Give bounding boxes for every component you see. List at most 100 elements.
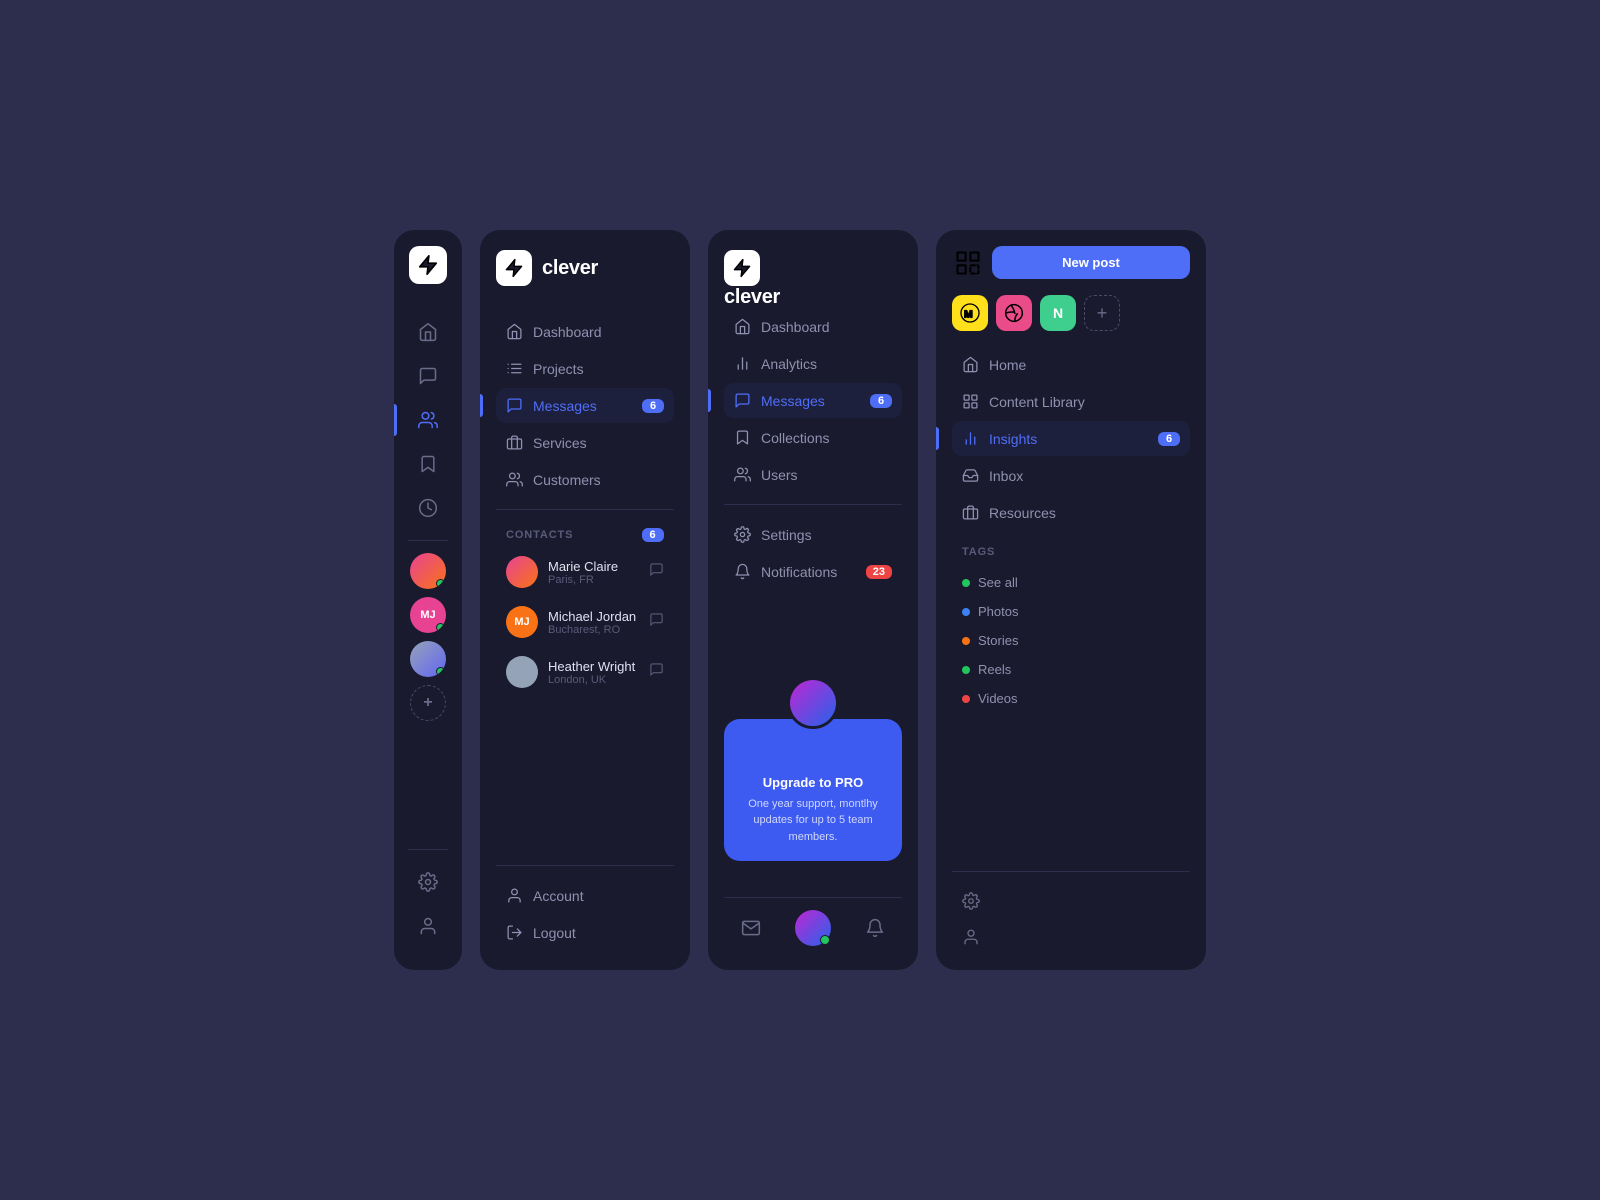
nav-account[interactable]: Account bbox=[496, 878, 674, 913]
tag-dot-reels bbox=[962, 666, 970, 674]
nav-dashboard-label: Dashboard bbox=[533, 324, 602, 340]
nav-customers-label: Customers bbox=[533, 472, 601, 488]
panel-upgrade-sidebar: clever Dashboard Analytics Messages 6 Co… bbox=[708, 230, 918, 970]
nav-customers[interactable]: Customers bbox=[496, 462, 674, 497]
panel2-logo-text: clever bbox=[542, 257, 598, 280]
avatar-2[interactable]: MJ bbox=[410, 597, 446, 633]
bottom-icons bbox=[418, 862, 438, 954]
panel3-logo-text: clever bbox=[724, 286, 780, 308]
nav3-settings[interactable]: Settings bbox=[724, 517, 902, 552]
nav-bookmarks[interactable] bbox=[394, 444, 462, 484]
online-indicator bbox=[436, 579, 445, 588]
tag-dot-photos bbox=[962, 608, 970, 616]
account-dribbble[interactable] bbox=[996, 295, 1032, 331]
panel2-nav-list: Dashboard Projects Messages 6 Services C… bbox=[496, 314, 674, 855]
nav4-resources-label: Resources bbox=[989, 505, 1056, 521]
panel3-divider bbox=[724, 504, 902, 505]
nav3-notifications[interactable]: Notifications 23 bbox=[724, 554, 902, 589]
nav-dashboard[interactable]: Dashboard bbox=[496, 314, 674, 349]
logo-box-3 bbox=[724, 250, 760, 286]
contact-info-1: Marie Claire Paris, FR bbox=[548, 559, 639, 586]
nav4-insights[interactable]: Insights 6 bbox=[952, 421, 1190, 456]
svg-text:M: M bbox=[964, 309, 973, 321]
logo-row: clever bbox=[496, 250, 674, 286]
tag-dot-videos bbox=[962, 695, 970, 703]
panel4-settings-icon[interactable] bbox=[952, 884, 1190, 918]
nav-profile-icon[interactable] bbox=[418, 906, 438, 946]
contacts-section-label: CONTACTS 6 bbox=[496, 522, 674, 546]
tag-photos-label: Photos bbox=[978, 604, 1018, 619]
nav3-users[interactable]: Users bbox=[724, 457, 902, 492]
avatar-3[interactable] bbox=[410, 641, 446, 677]
new-post-button[interactable]: New post bbox=[992, 246, 1190, 279]
nav3-messages[interactable]: Messages 6 bbox=[724, 383, 902, 418]
nav3-dashboard[interactable]: Dashboard bbox=[724, 309, 902, 344]
tag-reels[interactable]: Reels bbox=[952, 655, 1190, 684]
nav3-messages-badge: 6 bbox=[870, 394, 892, 408]
add-avatar-button[interactable]: + bbox=[410, 685, 446, 721]
avatar-online-dot bbox=[820, 935, 830, 945]
tags-label: TAGS bbox=[952, 546, 1190, 558]
nav-messages-label: Messages bbox=[533, 398, 597, 414]
contact-heather[interactable]: Heather Wright London, UK bbox=[496, 648, 674, 696]
nav4-home[interactable]: Home bbox=[952, 347, 1190, 382]
account-notion[interactable]: N bbox=[1040, 295, 1076, 331]
panel4-bottom-icons bbox=[952, 861, 1190, 954]
nav-messages[interactable]: Messages 6 bbox=[496, 388, 674, 423]
nav-projects-label: Projects bbox=[533, 361, 584, 377]
nav4-resources[interactable]: Resources bbox=[952, 495, 1190, 530]
nav-divider bbox=[496, 509, 674, 510]
nav-logout[interactable]: Logout bbox=[496, 915, 674, 950]
tag-dot-see-all bbox=[962, 579, 970, 587]
tag-see-all-label: See all bbox=[978, 575, 1018, 590]
nav-home[interactable] bbox=[394, 312, 462, 352]
nav3-collections[interactable]: Collections bbox=[724, 420, 902, 455]
divider-1 bbox=[408, 540, 449, 541]
logo-row-3: clever bbox=[724, 250, 902, 309]
contact-msg-1[interactable] bbox=[649, 562, 664, 582]
bottom-nav: Account Logout bbox=[496, 855, 674, 950]
upgrade-card: Upgrade to PRO One year support, montlhy… bbox=[724, 719, 902, 862]
nav-icons bbox=[394, 312, 462, 528]
tag-videos[interactable]: Videos bbox=[952, 684, 1190, 713]
nav4-insights-label: Insights bbox=[989, 431, 1037, 447]
logo-icon[interactable] bbox=[409, 246, 447, 284]
bottom-avatar[interactable] bbox=[795, 910, 831, 946]
bottom-bell-icon[interactable] bbox=[865, 918, 885, 938]
tag-photos[interactable]: Photos bbox=[952, 597, 1190, 626]
nav-services[interactable]: Services bbox=[496, 425, 674, 460]
panel4-header: New post bbox=[952, 246, 1190, 279]
nav-services-label: Services bbox=[533, 435, 587, 451]
nav-messages[interactable] bbox=[394, 356, 462, 396]
panels-container: MJ + clever bbox=[354, 190, 1246, 1010]
nav-projects[interactable]: Projects bbox=[496, 351, 674, 386]
tag-see-all[interactable]: See all bbox=[952, 568, 1190, 597]
panel-icon-sidebar: MJ + bbox=[394, 230, 462, 970]
social-logo bbox=[952, 247, 984, 279]
contact-marie[interactable]: Marie Claire Paris, FR bbox=[496, 548, 674, 596]
panel4-profile-icon[interactable] bbox=[952, 920, 1190, 954]
nav-settings-icon[interactable] bbox=[418, 862, 438, 902]
contact-location-2: Bucharest, RO bbox=[548, 624, 639, 636]
nav4-content-library[interactable]: Content Library bbox=[952, 384, 1190, 419]
contact-msg-3[interactable] bbox=[649, 662, 664, 682]
contact-michael[interactable]: MJ Michael Jordan Bucharest, RO bbox=[496, 598, 674, 646]
bottom-bar bbox=[724, 897, 902, 950]
avatar-1[interactable] bbox=[410, 553, 446, 589]
account-add-button[interactable]: + bbox=[1084, 295, 1120, 331]
contact-name-1: Marie Claire bbox=[548, 559, 639, 574]
nav4-inbox-label: Inbox bbox=[989, 468, 1023, 484]
notifications-badge: 23 bbox=[866, 565, 892, 579]
tags-section: TAGS See all Photos Stories Reels Videos bbox=[952, 546, 1190, 713]
nav4-content-library-label: Content Library bbox=[989, 394, 1085, 410]
account-mailchimp[interactable]: M bbox=[952, 295, 988, 331]
nav-users[interactable] bbox=[394, 400, 462, 440]
nav3-analytics[interactable]: Analytics bbox=[724, 346, 902, 381]
tag-stories[interactable]: Stories bbox=[952, 626, 1190, 655]
panel3-nav-list: Dashboard Analytics Messages 6 Collectio… bbox=[724, 309, 902, 657]
bottom-email-icon[interactable] bbox=[741, 918, 761, 938]
contact-msg-2[interactable] bbox=[649, 612, 664, 632]
nav3-users-label: Users bbox=[761, 467, 798, 483]
nav-history[interactable] bbox=[394, 488, 462, 528]
nav4-inbox[interactable]: Inbox bbox=[952, 458, 1190, 493]
